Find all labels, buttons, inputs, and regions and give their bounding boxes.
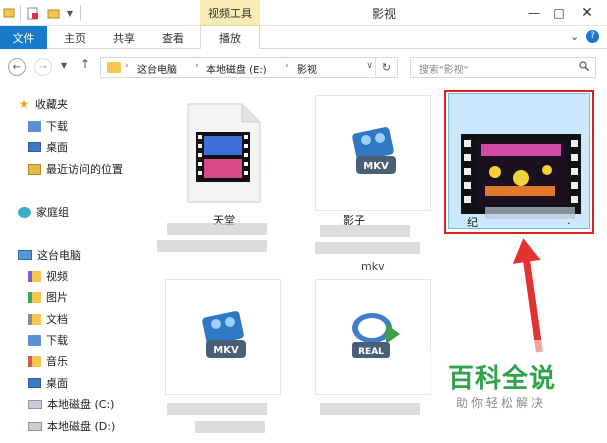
nav-this-pc[interactable]: 这台电脑 <box>18 246 81 264</box>
blurred-text <box>320 225 410 237</box>
desktop-icon <box>28 378 41 388</box>
crumb-separator[interactable]: › <box>285 61 289 71</box>
tab-file[interactable]: 文件 <box>0 26 47 49</box>
pictures-folder-icon <box>28 291 41 303</box>
nav-fav-desktop[interactable]: 桌面 <box>28 138 68 156</box>
videos-folder-icon <box>28 270 41 282</box>
tab-view[interactable]: 查看 <box>151 26 195 49</box>
watermark-title: 百科全说 <box>448 364 557 394</box>
crumb-current-folder[interactable]: 影视 <box>297 61 317 76</box>
address-dropdown-icon[interactable]: ∨ <box>366 61 373 71</box>
mkv-badge: MKV <box>363 161 389 172</box>
file-ext-label: mkv <box>361 260 385 273</box>
qa-separator <box>20 5 21 21</box>
mkv-badge: MKV <box>213 345 239 356</box>
drive-icon <box>28 421 42 431</box>
mkv-file-icon: MKV <box>202 311 246 358</box>
folder-icon <box>107 62 121 73</box>
blurred-text <box>157 240 267 252</box>
ribbon-tabs: 文件 主页 共享 查看 播放 ⌄ ? <box>0 26 607 50</box>
ribbon-collapse-icon[interactable]: ⌄ <box>570 30 579 43</box>
watermark-subtitle: 助你轻松解决 <box>456 396 547 410</box>
nav-desktop[interactable]: 桌面 <box>28 374 68 392</box>
real-file-icon: REAL <box>352 313 400 358</box>
minimize-icon[interactable]: — <box>522 0 546 26</box>
recent-locations-icon[interactable]: ▼ <box>61 61 67 70</box>
blurred-text <box>315 242 420 254</box>
file-item[interactable]: REAL <box>315 279 431 395</box>
search-box[interactable]: 搜索"影视" <box>410 57 596 78</box>
forward-button[interactable]: → <box>34 58 52 76</box>
nav-favorites[interactable]: ★ 收藏夹 <box>18 95 68 113</box>
desktop-icon <box>28 142 41 152</box>
music-folder-icon <box>28 355 41 367</box>
tab-play[interactable]: 播放 <box>200 26 260 50</box>
downloads-folder-icon <box>28 334 41 346</box>
nav-pictures[interactable]: 图片 <box>28 288 68 306</box>
tab-share[interactable]: 共享 <box>104 26 144 49</box>
nav-music[interactable]: 音乐 <box>28 352 68 370</box>
help-icon[interactable]: ? <box>586 30 599 43</box>
back-button[interactable]: ← <box>8 58 26 76</box>
up-button[interactable]: ↑ <box>80 57 90 71</box>
window-title: 影视 <box>372 7 397 21</box>
nav-drive-c[interactable]: 本地磁盘 (C:) <box>28 395 114 413</box>
nav-drive-d[interactable]: 本地磁盘 (D:) <box>28 417 115 435</box>
file-item[interactable]: MKV <box>315 95 431 211</box>
address-row: ← → ▼ ↑ › 这台电脑 › 本地磁盘 (E:) › 影视 ∨ ↻ 搜索"影… <box>0 49 607 85</box>
real-badge: REAL <box>358 347 384 357</box>
annotation-arrow-head <box>509 236 541 264</box>
nav-homegroup[interactable]: 家庭组 <box>18 203 69 221</box>
close-icon[interactable]: ✕ <box>572 0 602 26</box>
context-tab-video-tools: 视频工具 <box>200 0 260 26</box>
search-icon[interactable] <box>579 61 589 74</box>
qa-dropdown-icon[interactable]: ▼ <box>64 5 76 21</box>
recent-places-icon <box>28 163 41 175</box>
search-placeholder: 搜索"影视" <box>419 65 469 76</box>
computer-icon <box>18 250 32 260</box>
file-item[interactable] <box>165 95 281 211</box>
nav-fav-downloads[interactable]: 下载 <box>28 117 68 135</box>
navigation-pane: ★ 收藏夹 下载 桌面 最近访问的位置 家庭组 这台电脑 视频 图片 文档 下载… <box>0 85 145 443</box>
downloads-folder-icon <box>28 120 41 132</box>
video-file-icon <box>187 103 261 203</box>
crumb-drive-e[interactable]: 本地磁盘 (E:) <box>206 61 267 76</box>
star-icon: ★ <box>18 97 30 111</box>
address-bar[interactable]: › 这台电脑 › 本地磁盘 (E:) › 影视 ∨ ↻ <box>100 57 398 78</box>
file-item[interactable]: MKV <box>165 279 281 395</box>
highlight-box <box>444 90 594 234</box>
crumb-this-pc[interactable]: 这台电脑 <box>137 61 177 76</box>
blurred-text <box>167 403 267 415</box>
nav-fav-recent[interactable]: 最近访问的位置 <box>28 160 123 178</box>
drive-icon <box>28 399 42 409</box>
tab-home[interactable]: 主页 <box>53 26 97 49</box>
refresh-icon[interactable]: ↻ <box>375 58 397 77</box>
nav-downloads[interactable]: 下载 <box>28 331 68 349</box>
new-folder-icon[interactable] <box>46 5 60 21</box>
homegroup-icon <box>18 206 31 218</box>
nav-videos[interactable]: 视频 <box>28 267 68 285</box>
nav-documents[interactable]: 文档 <box>28 310 68 328</box>
title-bar: ▼ 视频工具 影视 — □ ✕ <box>0 0 607 26</box>
documents-folder-icon <box>28 313 41 325</box>
blurred-text <box>195 421 265 433</box>
maximize-icon[interactable]: □ <box>547 0 571 26</box>
app-icon[interactable] <box>3 5 15 21</box>
qa-separator-2 <box>80 5 81 21</box>
crumb-separator[interactable]: › <box>195 61 199 71</box>
blurred-text <box>320 403 420 415</box>
mkv-file-icon: MKV <box>352 127 396 174</box>
explorer-window: ▼ 视频工具 影视 — □ ✕ 文件 主页 共享 查看 播放 ⌄ ? ← → ▼… <box>0 0 607 443</box>
blurred-text <box>167 223 267 235</box>
crumb-separator[interactable]: › <box>125 61 129 71</box>
properties-icon[interactable] <box>26 5 40 21</box>
